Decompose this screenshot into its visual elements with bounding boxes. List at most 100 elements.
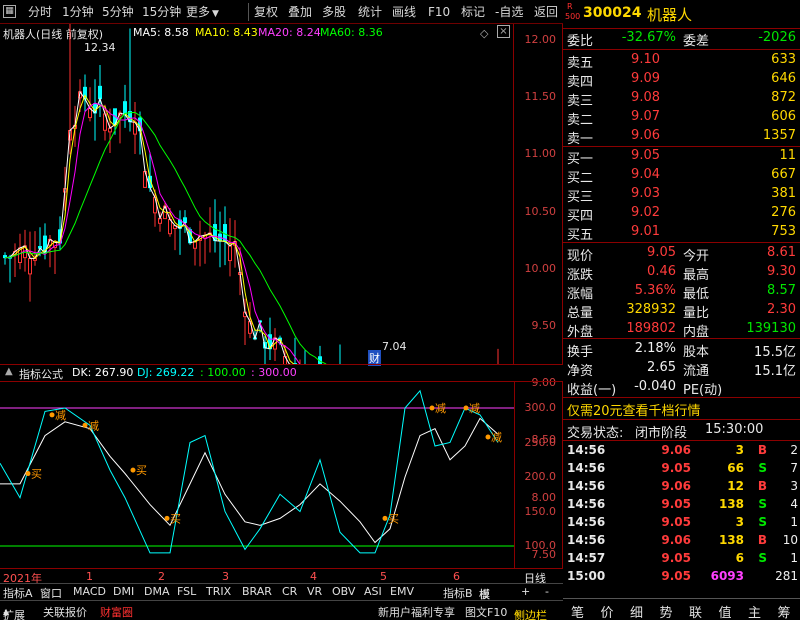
tab-window[interactable]: 窗口 <box>40 585 62 601</box>
tab-more[interactable]: 更多 ▼ <box>186 4 219 21</box>
back-button[interactable]: 返回 <box>534 4 558 21</box>
tab-cr[interactable]: CR <box>282 585 297 598</box>
quote-tab[interactable]: 细 <box>630 602 643 620</box>
tick-row: 14:57 9.05 6 S 1 <box>563 550 800 568</box>
time-label-month: 5 <box>380 570 387 583</box>
stat-row: 涨幅 5.36% 最低 8.57 <box>563 282 800 302</box>
tick-row: 14:56 9.05 66 S 7 <box>563 460 800 478</box>
ask-row[interactable]: 卖四 9.09 646 <box>563 70 800 90</box>
time-label-month: 2 <box>158 570 165 583</box>
candle-body <box>183 217 187 224</box>
candlestick-chart <box>3 24 499 364</box>
price-tick-label: 12.00 <box>524 33 557 46</box>
trade-status-row: 交易状态: 闭市阶段 15:30:00 <box>563 421 800 441</box>
wealth-circle-button[interactable]: 财富圈 <box>100 604 133 620</box>
fundamental-value: 15.1亿 <box>754 364 796 379</box>
tab-15min[interactable]: 15分钟 <box>142 4 181 21</box>
ask-row[interactable]: 卖五 9.10 633 <box>563 51 800 71</box>
grid-menu-icon[interactable]: ▦ <box>3 5 16 18</box>
quote-tab[interactable]: 值 <box>719 602 732 620</box>
add-indicator-button[interactable]: + <box>521 585 530 598</box>
tick-row: 14:56 9.05 3 S 1 <box>563 514 800 532</box>
tick-time: 14:56 <box>567 461 606 475</box>
quote-tab[interactable]: 价 <box>601 602 614 620</box>
f10-graphic-button[interactable]: 图文F10 <box>465 604 507 620</box>
trade-status-label: 交易状态: <box>567 426 624 441</box>
quote-tab[interactable]: 笔 <box>571 602 584 620</box>
dj-legend: DJ: 269.22 <box>137 366 195 379</box>
quote-tab[interactable]: 联 <box>689 602 702 620</box>
draw-line-button[interactable]: 画线 <box>392 4 416 21</box>
tick-side: S <box>758 551 767 565</box>
indicator-tabs: 指标A 窗口 MACD DMI DMA FSL TRIX BRAR CR VR … <box>0 583 563 601</box>
tick-volume: 6093 <box>710 569 744 583</box>
tab-timeshare[interactable]: 分时 <box>28 4 52 21</box>
indicator-pane[interactable]: 买减减买买买减减减 <box>0 382 514 568</box>
tick-price: 9.05 <box>661 515 691 529</box>
bid-row[interactable]: 买四 9.02 276 <box>563 204 800 224</box>
price-tick-label: 10.00 <box>524 261 557 275</box>
order-ratio-label: 委比 <box>567 34 594 49</box>
buy-signal-dot <box>164 515 170 521</box>
fuquan-button[interactable]: 复权 <box>254 4 278 21</box>
bid-row[interactable]: 买一 9.05 11 <box>563 147 800 167</box>
tab-fsl[interactable]: FSL <box>177 585 196 598</box>
candlestick-pane[interactable]: 机器人(日线 前复权) MA5: 8.58 MA10: 8.43 MA20: 8… <box>0 24 514 366</box>
f10-button[interactable]: F10 <box>428 4 450 21</box>
related-quotes-button[interactable]: 关联报价 <box>43 604 87 620</box>
tab-macd[interactable]: MACD <box>73 585 106 598</box>
ask-row[interactable]: 卖三 9.08 872 <box>563 89 800 109</box>
indicator-name[interactable]: 指标公式 <box>19 366 63 382</box>
tab-vr[interactable]: VR <box>307 585 322 598</box>
fundamental-label: 股本 <box>683 345 710 360</box>
depth-promo[interactable]: 仅需20元查看千档行情 <box>567 400 701 419</box>
bid-row[interactable]: 买三 9.03 381 <box>563 185 800 205</box>
tick-side: B <box>757 533 767 547</box>
order-diff-value: -2026 <box>758 30 796 45</box>
stat-value: 139130 <box>746 321 796 336</box>
ask-level-label: 卖五 <box>567 56 594 71</box>
ask-volume: 646 <box>771 71 796 86</box>
tick-price: 9.06 <box>661 443 691 457</box>
tab-brar[interactable]: BRAR <box>242 585 272 598</box>
mark-button[interactable]: 标记 <box>461 4 485 21</box>
stock-header: R 500 300024 机器人 <box>563 2 800 25</box>
statistics-button[interactable]: 统计 <box>358 4 382 21</box>
stat-value: 9.05 <box>647 245 676 260</box>
tab-5min[interactable]: 5分钟 <box>102 4 134 21</box>
ask-row[interactable]: 卖二 9.07 606 <box>563 108 800 128</box>
indicator-tick-label: 200.0 <box>524 470 557 483</box>
ask-volume: 606 <box>771 109 796 124</box>
promo-link[interactable]: 新用户福利专享 <box>378 604 455 620</box>
tab-trix[interactable]: TRIX <box>206 585 231 598</box>
stat-label: 最高 <box>683 268 710 283</box>
promo-row[interactable]: 仅需20元查看千档行情 <box>563 399 800 419</box>
overlay-button[interactable]: 叠加 <box>288 4 312 21</box>
tab-obv[interactable]: OBV <box>332 585 355 598</box>
ask-price: 9.10 <box>631 52 660 67</box>
sell-signal-label: 减 <box>55 409 66 422</box>
remove-favorite-button[interactable]: -自选 <box>495 4 523 21</box>
bid-row[interactable]: 买二 9.04 667 <box>563 166 800 186</box>
quote-tab[interactable]: 势 <box>660 602 673 620</box>
bid-price: 9.03 <box>631 186 660 201</box>
fundamental-value: 2.65 <box>647 360 676 375</box>
quote-tab[interactable]: 筹 <box>778 602 791 620</box>
tab-dmi[interactable]: DMI <box>113 585 134 598</box>
tab-asi[interactable]: ASI <box>364 585 382 598</box>
tab-indicator-a[interactable]: 指标A <box>3 585 33 601</box>
tab-dma[interactable]: DMA <box>144 585 170 598</box>
quote-tab[interactable]: 主 <box>748 602 761 620</box>
ask-row[interactable]: 卖一 9.06 1357 <box>563 127 800 147</box>
remove-indicator-button[interactable]: - <box>545 585 549 598</box>
tab-indicator-b[interactable]: 指标B <box>443 585 473 601</box>
tick-volume: 66 <box>727 461 744 475</box>
chevron-up-icon[interactable]: ▲ <box>5 366 13 377</box>
ask-volume: 1357 <box>762 128 796 143</box>
tab-1min[interactable]: 1分钟 <box>62 4 94 21</box>
ask-volume: 872 <box>771 90 796 105</box>
multi-stock-button[interactable]: 多股 <box>322 4 346 21</box>
bid-row[interactable]: 买五 9.01 753 <box>563 223 800 243</box>
tick-volume: 138 <box>718 497 744 511</box>
tab-emv[interactable]: EMV <box>390 585 414 598</box>
